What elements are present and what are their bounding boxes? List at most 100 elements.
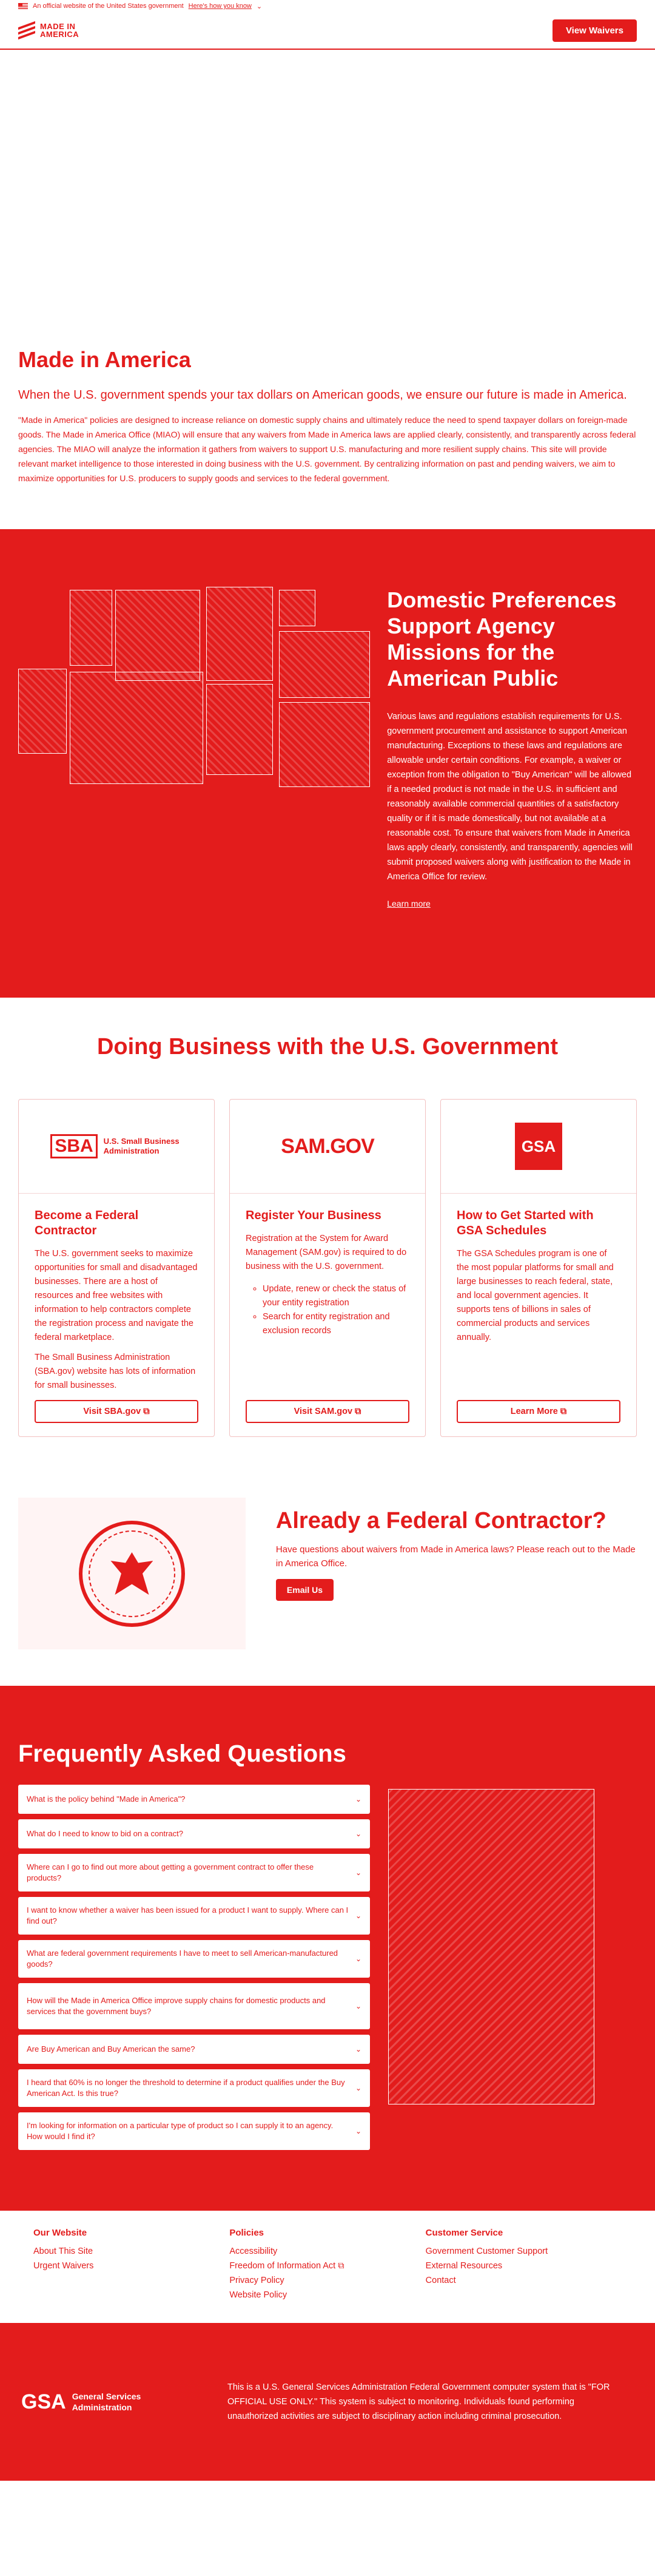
faq-section: Frequently Asked Questions What is the p… bbox=[0, 1686, 655, 2211]
footer-heading: Our Website bbox=[33, 2228, 87, 2238]
footer-link[interactable]: External Resources bbox=[426, 2259, 622, 2273]
card-title: How to Get Started with GSA Schedules bbox=[457, 1209, 594, 1237]
collage-photo bbox=[279, 590, 315, 626]
logo-line-2: AMERICA bbox=[40, 30, 79, 39]
faq-item[interactable]: I want to know whether a waiver has been… bbox=[18, 1897, 370, 1935]
page-title: Made in America bbox=[18, 347, 191, 372]
gsa-logo-mark: GSA bbox=[515, 1123, 562, 1170]
chevron-down-icon: ⌄ bbox=[355, 2045, 361, 2054]
card-text: The Small Business Administration (SBA.g… bbox=[35, 1353, 196, 1390]
collage-photo bbox=[70, 672, 203, 784]
already-title: Already a Federal Contractor? bbox=[275, 1508, 606, 1533]
collage-photo bbox=[70, 590, 112, 666]
collage-photo bbox=[279, 631, 370, 698]
footer-link[interactable]: Accessibility bbox=[229, 2244, 425, 2259]
footer-links: Our Website About This Site Urgent Waive… bbox=[0, 2211, 655, 2323]
chevron-down-icon: ⌄ bbox=[355, 2002, 361, 2010]
hero-area bbox=[0, 50, 655, 347]
gsa-footer-logo[interactable]: GSA General Services Administration bbox=[21, 2390, 227, 2414]
sba-logo-mark: SBA bbox=[50, 1134, 98, 1158]
sam-card: SAM.GOV Register Your Business Registrat… bbox=[229, 1099, 426, 1437]
made-in-america-logo[interactable]: MADE IN AMERICA bbox=[18, 21, 79, 40]
faq-item[interactable]: What are federal government requirements… bbox=[18, 1940, 370, 1978]
chevron-down-icon: ⌄ bbox=[355, 1955, 361, 1963]
footer-link[interactable]: Contact bbox=[426, 2273, 622, 2288]
footer-heading: Policies bbox=[229, 2228, 264, 2238]
gsa-card: GSA How to Get Started with GSA Schedule… bbox=[440, 1099, 637, 1437]
faq-item[interactable]: I heard that 60% is no longer the thresh… bbox=[18, 2069, 370, 2107]
chevron-down-icon: ⌄ bbox=[355, 2084, 361, 2092]
federal-seal-icon bbox=[78, 1520, 185, 1627]
us-flag-icon bbox=[18, 3, 28, 9]
collage-photo bbox=[115, 590, 200, 681]
gov-banner-text: An official website of the United States… bbox=[33, 2, 184, 10]
faq-item[interactable]: How will the Made in America Office impr… bbox=[18, 1983, 370, 2029]
heres-how-you-know-link[interactable]: Here's how you know bbox=[189, 2, 252, 10]
domestic-preferences-section: Domestic Preferences Support Agency Miss… bbox=[0, 529, 655, 998]
visit-sam-button[interactable]: Visit SAM.gov ⧉ bbox=[246, 1400, 409, 1423]
sam-logo-mark: SAM.GOV bbox=[281, 1134, 375, 1158]
gov-banner: An official website of the United States… bbox=[0, 0, 655, 12]
stripes-logo-icon bbox=[18, 21, 35, 40]
collage-photo bbox=[206, 587, 273, 681]
footer-column: Policies Accessibility Freedom of Inform… bbox=[229, 2228, 425, 2323]
footer-column: Our Website About This Site Urgent Waive… bbox=[33, 2228, 229, 2323]
collage-photo bbox=[206, 684, 273, 775]
sam-logo: SAM.GOV bbox=[230, 1100, 425, 1194]
chevron-down-icon: ⌄ bbox=[355, 1795, 361, 1804]
list-item: Update, renew or check the status of you… bbox=[263, 1282, 409, 1310]
footer-bottom: GSA General Services Administration This… bbox=[0, 2323, 655, 2481]
sba-card: SBA U.S. Small Business Administration B… bbox=[18, 1099, 215, 1437]
learn-more-link[interactable]: Learn more bbox=[387, 899, 431, 908]
faq-title: Frequently Asked Questions bbox=[18, 1740, 346, 1767]
intro-section: Made in America When the U.S. government… bbox=[0, 347, 655, 485]
faq-photo bbox=[388, 1789, 594, 2104]
faq-item[interactable]: I'm looking for information on a particu… bbox=[18, 2112, 370, 2150]
faq-item[interactable]: Where can I go to find out more about ge… bbox=[18, 1854, 370, 1891]
doing-business-title: Doing Business with the U.S. Government bbox=[96, 1034, 559, 1060]
chevron-down-icon: ⌄ bbox=[355, 1912, 361, 1920]
list-item: Search for entity registration and exclu… bbox=[263, 1310, 409, 1338]
gsa-card-logo: GSA bbox=[441, 1100, 636, 1194]
sba-logo: SBA U.S. Small Business Administration bbox=[19, 1100, 214, 1194]
view-waivers-button[interactable]: View Waivers bbox=[552, 19, 637, 42]
card-bullet-list: Update, renew or check the status of you… bbox=[263, 1282, 409, 1338]
chevron-down-icon: ⌄ bbox=[355, 1868, 361, 1877]
footer-link[interactable]: Website Policy bbox=[229, 2288, 425, 2302]
footer-heading: Customer Service bbox=[425, 2228, 503, 2238]
gsa-learn-more-button[interactable]: Learn More ⧉ bbox=[457, 1400, 620, 1423]
footer-link[interactable]: Freedom of Information Act ⧉ bbox=[229, 2259, 425, 2273]
visit-sba-button[interactable]: Visit SBA.gov ⧉ bbox=[35, 1400, 198, 1423]
collage-photo bbox=[18, 669, 67, 754]
photo-collage bbox=[18, 529, 375, 998]
footer-link[interactable]: About This Site bbox=[33, 2244, 229, 2259]
already-contractor-section: Already a Federal Contractor? Have quest… bbox=[0, 1437, 655, 1686]
eagle-icon bbox=[110, 1552, 153, 1595]
gsa-name-line-1: General Services bbox=[72, 2392, 141, 2401]
faq-item[interactable]: Are Buy American and Buy American the sa… bbox=[18, 2035, 370, 2064]
site-header: MADE IN AMERICA View Waivers bbox=[0, 12, 655, 50]
footer-disclaimer: This is a U.S. General Services Administ… bbox=[227, 2382, 610, 2421]
email-us-button[interactable]: Email Us bbox=[275, 1579, 334, 1601]
card-text: The GSA Schedules program is one of the … bbox=[457, 1249, 614, 1342]
collage-photo bbox=[279, 702, 370, 787]
footer-link[interactable]: Government Customer Support bbox=[426, 2244, 622, 2259]
intro-lead: When the U.S. government spends your tax… bbox=[18, 388, 627, 402]
footer-link[interactable]: Urgent Waivers bbox=[33, 2259, 229, 2273]
gsa-logo-mark: GSA bbox=[21, 2390, 66, 2413]
chevron-down-icon: ⌄ bbox=[355, 1830, 361, 1838]
card-title: Register Your Business bbox=[246, 1209, 381, 1222]
domestic-body: Various laws and regulations establish r… bbox=[387, 712, 633, 882]
sba-logo-text: U.S. Small Business Administration bbox=[103, 1137, 180, 1155]
card-text: Registration at the System for Award Man… bbox=[246, 1234, 407, 1271]
seal-image-panel bbox=[18, 1498, 246, 1649]
already-body: Have questions about waivers from Made i… bbox=[275, 1544, 636, 1569]
chevron-down-icon[interactable]: ⌄ bbox=[257, 2, 262, 10]
intro-body: "Made in America" policies are designed … bbox=[18, 415, 636, 483]
footer-link[interactable]: Privacy Policy bbox=[229, 2273, 425, 2288]
footer-column: Customer Service Government Customer Sup… bbox=[426, 2228, 622, 2323]
faq-item[interactable]: What is the policy behind "Made in Ameri… bbox=[18, 1785, 370, 1814]
faq-item[interactable]: What do I need to know to bid on a contr… bbox=[18, 1819, 370, 1848]
chevron-down-icon: ⌄ bbox=[355, 2127, 361, 2135]
card-text: The U.S. government seeks to maximize op… bbox=[35, 1249, 198, 1342]
